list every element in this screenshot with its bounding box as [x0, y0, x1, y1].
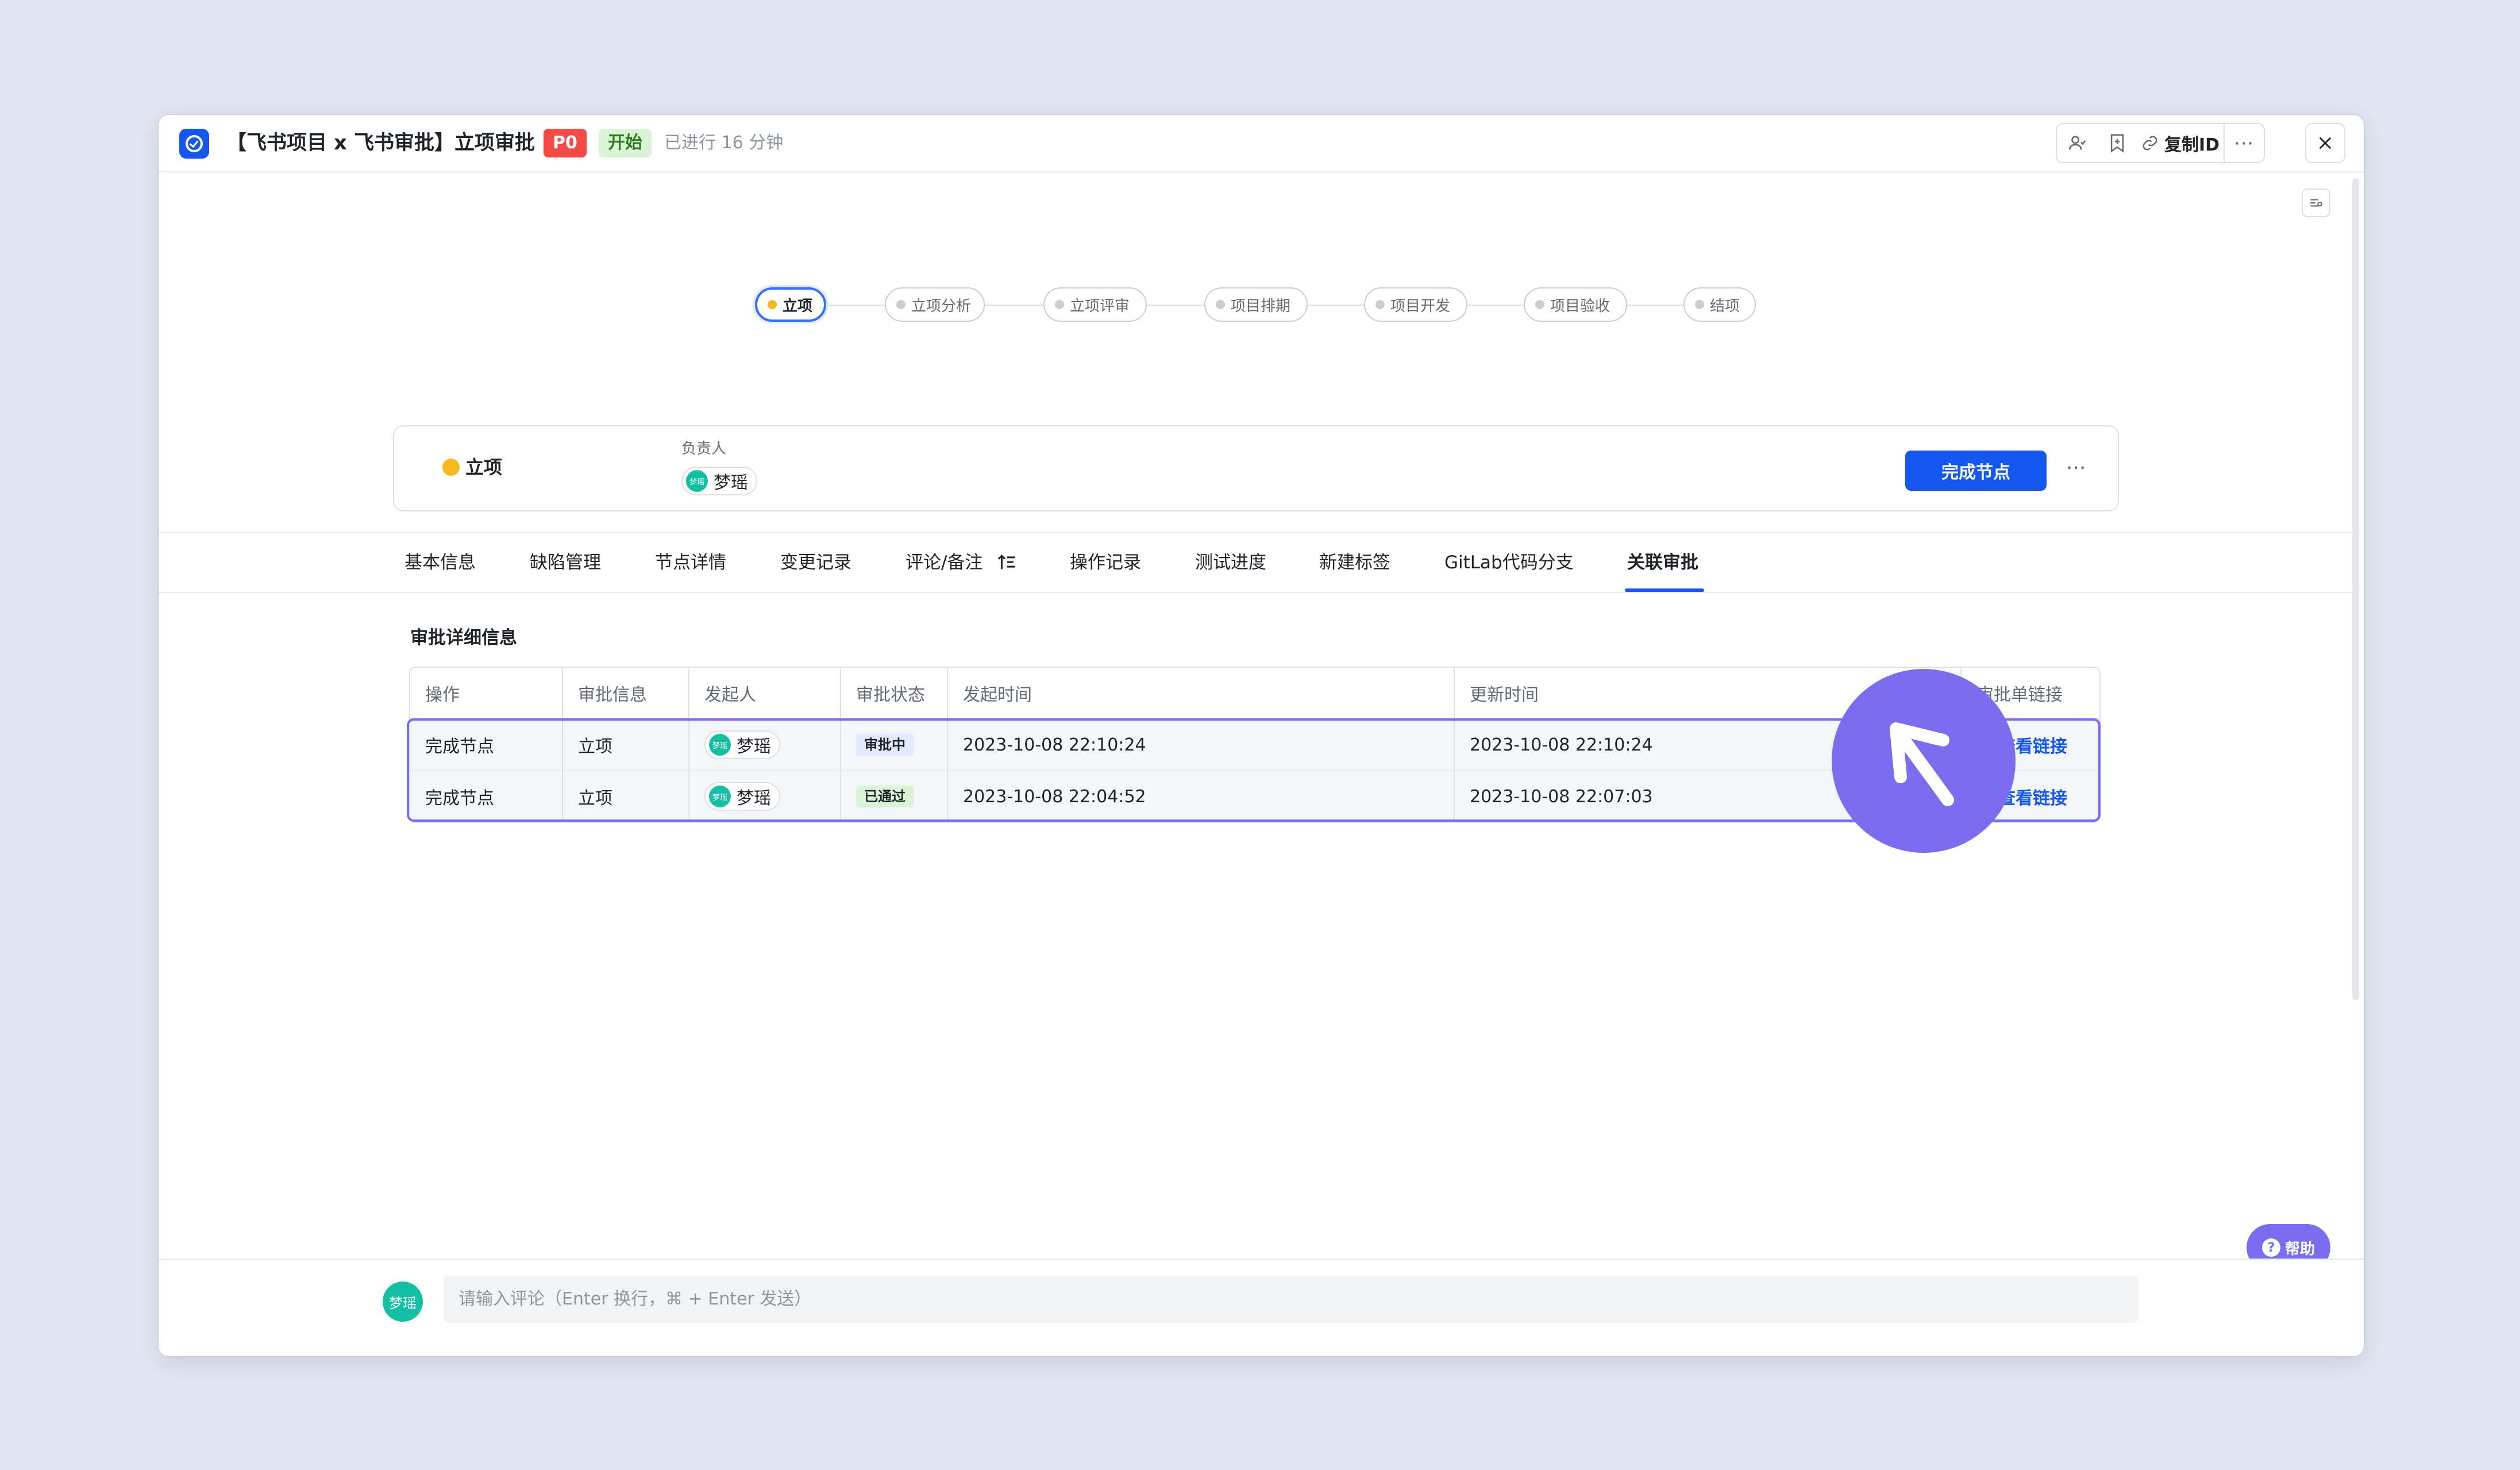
avatar: 梦瑶	[686, 470, 708, 492]
owner-label: 负责人	[681, 440, 727, 457]
cell-info: 立项	[563, 719, 689, 770]
current-node-name: 立项	[465, 456, 503, 478]
tab-comments[interactable]: 评论/备注	[905, 551, 1017, 575]
pointer-cursor-icon	[1832, 669, 2016, 853]
cell-action: 完成节点	[410, 719, 563, 770]
sort-icon	[998, 554, 1015, 569]
title-toolbar: 复制ID ⋯	[2056, 123, 2265, 163]
help-icon: ?	[2261, 1238, 2280, 1257]
node-label: 项目开发	[1390, 297, 1451, 315]
workflow-node-立项[interactable]: 立项	[755, 287, 826, 322]
workflow-node-项目开发[interactable]: 项目开发	[1364, 287, 1467, 322]
elapsed-time: 已进行 16 分钟	[664, 133, 784, 153]
avatar: 梦瑶	[383, 1282, 423, 1322]
initiator-chip[interactable]: 梦瑶 梦瑶	[704, 730, 780, 759]
members-icon	[2068, 136, 2086, 150]
more-icon[interactable]: ⋯	[2224, 124, 2263, 162]
node-status-dot	[1055, 300, 1064, 309]
complete-node-button[interactable]: 完成节点	[1905, 451, 2047, 491]
owner-name: 梦瑶	[714, 473, 748, 493]
cell-start-time: 2023-10-08 22:04:52	[948, 771, 1455, 822]
settings-sliders-icon	[2310, 199, 2322, 207]
cell-initiator: 梦瑶 梦瑶	[689, 771, 841, 822]
cell-initiator: 梦瑶 梦瑶	[689, 719, 841, 770]
node-status-dot	[1695, 300, 1704, 309]
link-icon	[2143, 136, 2157, 151]
status-tag: 已通过	[856, 786, 914, 807]
tab-defects[interactable]: 缺陷管理	[530, 551, 601, 575]
tab-test-progress[interactable]: 测试进度	[1195, 551, 1266, 575]
tab-basic-info[interactable]: 基本信息	[404, 551, 476, 575]
node-status-dot	[896, 300, 905, 309]
node-status-dot	[1535, 300, 1544, 309]
node-label: 项目验收	[1550, 297, 1610, 315]
active-tab-indicator	[1625, 588, 1704, 592]
workflow-node-结项[interactable]: 结项	[1683, 287, 1756, 322]
tab-operation-log[interactable]: 操作记录	[1070, 551, 1141, 575]
tab-comments-label: 评论/备注	[905, 552, 983, 573]
close-icon	[2319, 137, 2332, 149]
current-node-card: 立项 负责人 梦瑶 梦瑶 完成节点 ···	[393, 425, 2119, 511]
workflow-node-项目验收[interactable]: 项目验收	[1524, 287, 1627, 322]
node-status-dot	[442, 459, 460, 476]
window-title: 【飞书项目 x 飞书审批】立项审批	[226, 132, 535, 155]
workflow-node-立项评审[interactable]: 立项评审	[1043, 287, 1147, 322]
cell-status: 审批中	[841, 719, 948, 770]
workflow-node-立项分析[interactable]: 立项分析	[885, 287, 985, 322]
workflow-node-项目排期[interactable]: 项目排期	[1204, 287, 1308, 322]
help-label: 帮助	[2284, 1240, 2315, 1258]
initiator-name: 梦瑶	[737, 788, 771, 809]
status-badge[interactable]: 开始	[599, 129, 652, 157]
work-item-window: 【飞书项目 x 飞书审批】立项审批 P0 开始 已进行 16 分钟 复制ID ⋯…	[159, 115, 2364, 1356]
header-status: 审批状态	[841, 668, 948, 718]
bookmark-button[interactable]	[2097, 124, 2137, 162]
cell-start-time: 2023-10-08 22:10:24	[948, 719, 1455, 770]
node-label: 项目排期	[1231, 297, 1291, 315]
cell-info: 立项	[563, 771, 689, 822]
owner-chip[interactable]: 梦瑶 梦瑶	[681, 467, 757, 495]
bookmark-icon	[2110, 134, 2124, 153]
comment-bar: 梦瑶	[159, 1259, 2364, 1356]
view-settings-button[interactable]	[2302, 188, 2330, 217]
node-more-icon[interactable]: ···	[2066, 456, 2086, 480]
header-info: 审批信息	[563, 668, 689, 718]
status-tag: 审批中	[856, 734, 914, 756]
tab-change-log[interactable]: 变更记录	[780, 551, 851, 575]
comment-input[interactable]	[444, 1276, 2138, 1323]
node-status-dot	[1375, 300, 1385, 309]
node-label: 立项	[783, 297, 813, 315]
tab-node-details[interactable]: 节点详情	[655, 551, 726, 575]
title-bar: 【飞书项目 x 飞书审批】立项审批 P0 开始 已进行 16 分钟 复制ID ⋯	[159, 115, 2364, 172]
tab-new-tag[interactable]: 新建标签	[1319, 551, 1390, 575]
initiator-chip[interactable]: 梦瑶 梦瑶	[704, 782, 780, 811]
avatar: 梦瑶	[709, 786, 731, 807]
node-label: 结项	[1710, 297, 1740, 315]
priority-badge: P0	[544, 129, 587, 157]
avatar: 梦瑶	[709, 734, 731, 756]
node-label: 立项评审	[1070, 297, 1130, 315]
header-start-time: 发起时间	[948, 668, 1455, 718]
header-initiator: 发起人	[689, 668, 841, 718]
cell-status: 已通过	[841, 771, 948, 822]
initiator-name: 梦瑶	[737, 737, 771, 757]
header-action: 操作	[410, 668, 563, 718]
tab-bar: 基本信息 缺陷管理 节点详情 变更记录 评论/备注 操作记录 测试进度 新建标签…	[159, 532, 2353, 593]
workflow-diagram: 立项 立项分析 立项评审 项目排期 项目开发 项目验收 结项	[159, 287, 2364, 324]
members-button[interactable]	[2057, 124, 2097, 162]
node-status-dot	[1216, 300, 1225, 309]
node-status-dot	[768, 300, 777, 309]
section-title: 审批详细信息	[410, 628, 517, 648]
node-label: 立项分析	[911, 297, 972, 315]
app-check-icon	[179, 129, 209, 159]
copy-id-button[interactable]: 复制ID	[2137, 124, 2224, 162]
close-button[interactable]	[2305, 123, 2345, 163]
copy-id-label: 复制ID	[2164, 135, 2220, 155]
tab-related-approval[interactable]: 关联审批	[1627, 551, 1698, 575]
cell-action: 完成节点	[410, 771, 563, 822]
tab-gitlab-branch[interactable]: GitLab代码分支	[1444, 551, 1574, 575]
